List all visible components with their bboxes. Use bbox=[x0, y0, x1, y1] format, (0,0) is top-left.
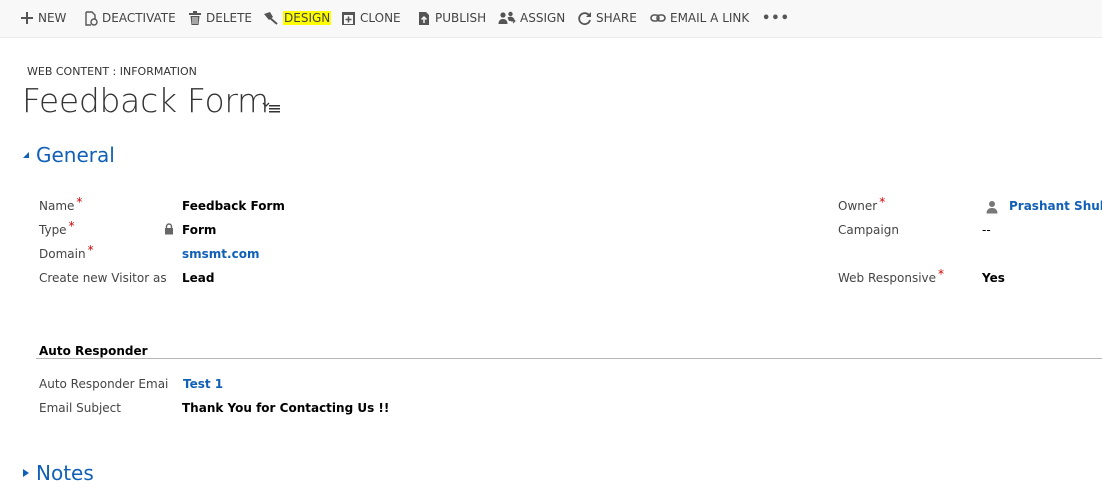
deactivate-button[interactable]: DEACTIVATE bbox=[84, 9, 176, 27]
auto-responder-heading: Auto Responder bbox=[39, 344, 148, 358]
visitor-value[interactable]: Lead bbox=[182, 271, 214, 285]
visitor-label: Create new Visitor as bbox=[39, 271, 167, 285]
delete-button[interactable]: DELETE bbox=[188, 9, 252, 27]
responsive-value[interactable]: Yes bbox=[982, 271, 1005, 285]
email-subject-label: Email Subject bbox=[39, 401, 121, 415]
delete-label: DELETE bbox=[206, 11, 253, 25]
list-menu-icon bbox=[262, 102, 280, 113]
entity-breadcrumb: WEB CONTENT : INFORMATION bbox=[27, 65, 197, 78]
form-selector[interactable] bbox=[262, 98, 281, 117]
assign-button[interactable]: ASSIGN bbox=[498, 9, 565, 27]
responsive-label: Web Responsive * bbox=[838, 267, 945, 285]
design-label: DESIGN bbox=[283, 11, 332, 25]
required-marker: * bbox=[68, 219, 75, 233]
auto-responder-email-label: Auto Responder Emai bbox=[39, 377, 169, 391]
record-title: Feedback Form bbox=[22, 81, 269, 120]
domain-link[interactable]: smsmt.com bbox=[182, 247, 259, 261]
share-label: SHARE bbox=[596, 11, 637, 25]
email-link-button[interactable]: EMAIL A LINK bbox=[650, 9, 749, 27]
email-subject-value[interactable]: Thank You for Contacting Us !! bbox=[182, 401, 389, 415]
section-notes-toggle[interactable]: Notes bbox=[22, 461, 94, 485]
type-label: Type * bbox=[39, 219, 75, 237]
design-icon bbox=[264, 12, 278, 25]
publish-button[interactable]: PUBLISH bbox=[417, 9, 486, 27]
trash-icon bbox=[189, 10, 201, 25]
required-marker: * bbox=[938, 267, 945, 281]
command-bar: NEW DEACTIVATE DELETE DESIGN CLONE PUBLI… bbox=[0, 0, 1102, 38]
person-icon bbox=[986, 201, 998, 214]
owner-link[interactable]: Prashant Shukla bbox=[1009, 199, 1102, 213]
share-button[interactable]: SHARE bbox=[577, 9, 637, 27]
auto-responder-email-link[interactable]: Test 1 bbox=[183, 377, 223, 391]
email-link-label: EMAIL A LINK bbox=[670, 11, 750, 25]
campaign-label: Campaign bbox=[838, 223, 899, 237]
deactivate-label: DEACTIVATE bbox=[102, 11, 176, 25]
domain-label: Domain * bbox=[39, 243, 94, 261]
lock-icon bbox=[165, 223, 173, 235]
triangle-expanded-icon bbox=[23, 152, 29, 158]
new-button[interactable]: NEW bbox=[20, 9, 66, 27]
section-general-toggle[interactable]: General bbox=[22, 143, 115, 167]
assign-icon bbox=[498, 11, 516, 24]
divider bbox=[36, 358, 1102, 359]
design-button[interactable]: DESIGN bbox=[263, 9, 332, 27]
section-notes-title: Notes bbox=[36, 461, 94, 485]
section-general-title: General bbox=[36, 143, 115, 167]
share-icon bbox=[578, 11, 591, 25]
clone-button[interactable]: CLONE bbox=[341, 9, 401, 27]
name-label: Name * bbox=[39, 195, 83, 213]
new-label: NEW bbox=[38, 11, 67, 25]
required-marker: * bbox=[76, 195, 83, 209]
type-value: Form bbox=[182, 223, 217, 237]
clone-icon bbox=[342, 11, 355, 25]
required-marker: * bbox=[879, 195, 886, 209]
link-icon bbox=[650, 14, 666, 22]
deactivate-icon bbox=[85, 10, 98, 26]
name-value[interactable]: Feedback Form bbox=[182, 199, 285, 213]
triangle-collapsed-icon bbox=[23, 469, 29, 477]
required-marker: * bbox=[87, 243, 94, 257]
assign-label: ASSIGN bbox=[520, 11, 566, 25]
clone-label: CLONE bbox=[360, 11, 401, 25]
plus-icon bbox=[21, 12, 33, 24]
more-commands-button[interactable]: ••• bbox=[762, 9, 790, 27]
campaign-value[interactable]: -- bbox=[982, 223, 991, 237]
owner-label: Owner * bbox=[838, 195, 886, 213]
publish-icon bbox=[419, 11, 429, 25]
more-icon: ••• bbox=[762, 10, 790, 26]
publish-label: PUBLISH bbox=[435, 11, 487, 25]
